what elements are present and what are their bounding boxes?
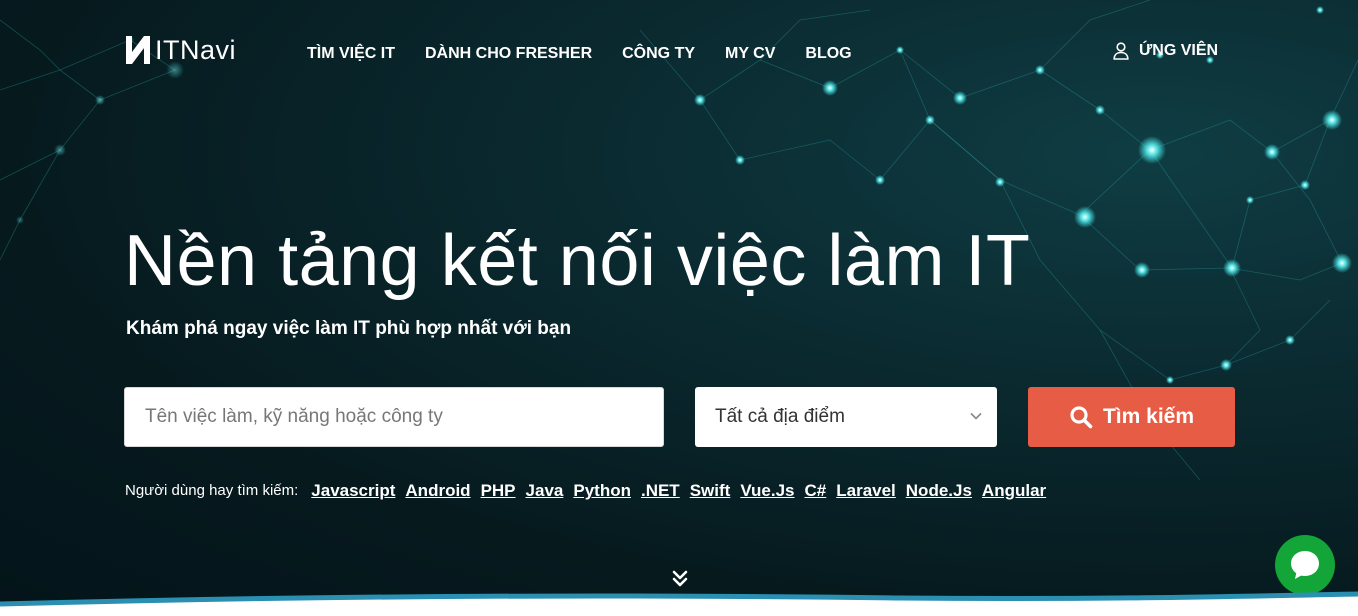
- nav-item-blog[interactable]: BLOG: [805, 44, 851, 64]
- popular-tag-php[interactable]: PHP: [481, 480, 516, 502]
- search-icon: [1070, 406, 1093, 429]
- bottom-wave-divider: [0, 591, 1358, 616]
- logo-text: ITNavi: [155, 35, 237, 65]
- chevron-down-icon: [970, 412, 982, 420]
- user-label: ỨNG VIÊN: [1139, 42, 1219, 59]
- main-nav: TÌM VIỆC IT DÀNH CHO FRESHER CÔNG TY MY …: [307, 44, 852, 64]
- popular-searches: Người dùng hay tìm kiếm: Javascript Andr…: [125, 480, 1056, 502]
- hero-page: ITNavi TÌM VIỆC IT DÀNH CHO FRESHER CÔNG…: [0, 0, 1358, 616]
- nav-item-my-cv[interactable]: MY CV: [725, 44, 775, 64]
- popular-tag-swift[interactable]: Swift: [690, 480, 731, 502]
- popular-tag-dotnet[interactable]: .NET: [641, 480, 680, 502]
- chat-bubble-icon: [1291, 551, 1319, 579]
- itnavi-logo[interactable]: ITNavi: [124, 34, 236, 66]
- search-button-label: Tìm kiếm: [1102, 405, 1195, 428]
- search-button[interactable]: Tìm kiếm: [1028, 387, 1235, 447]
- popular-tag-laravel[interactable]: Laravel: [836, 480, 896, 502]
- location-select[interactable]: Tất cả địa điểm: [695, 387, 997, 447]
- popular-tag-angular[interactable]: Angular: [982, 480, 1046, 502]
- popular-tag-python[interactable]: Python: [573, 480, 631, 502]
- nav-item-tim-viec-it[interactable]: TÌM VIỆC IT: [307, 44, 395, 64]
- popular-tag-vuejs[interactable]: Vue.Js: [740, 480, 794, 502]
- user-icon: [1113, 42, 1129, 60]
- nav-item-danh-cho-fresher[interactable]: DÀNH CHO FRESHER: [425, 44, 592, 64]
- itnavi-logo-icon: [126, 36, 150, 64]
- double-chevron-down-icon[interactable]: [671, 569, 689, 589]
- candidate-login-link[interactable]: ỨNG VIÊN: [1113, 41, 1218, 61]
- popular-tag-android[interactable]: Android: [405, 480, 470, 502]
- popular-tag-nodejs[interactable]: Node.Js: [906, 480, 972, 502]
- popular-searches-label: Người dùng hay tìm kiếm:: [125, 482, 299, 499]
- popular-tag-javascript[interactable]: Javascript: [311, 480, 395, 502]
- job-search-input[interactable]: [124, 387, 664, 447]
- hero-title: Nền tảng kết nối việc làm IT: [124, 221, 1031, 301]
- popular-tag-java[interactable]: Java: [526, 480, 564, 502]
- chat-button[interactable]: [1275, 535, 1335, 595]
- nav-item-cong-ty[interactable]: CÔNG TY: [622, 44, 695, 64]
- popular-tag-csharp[interactable]: C#: [805, 480, 827, 502]
- location-selected-value: Tất cả địa điểm: [715, 406, 845, 427]
- hero-subtitle: Khám phá ngay việc làm IT phù hợp nhất v…: [126, 318, 572, 339]
